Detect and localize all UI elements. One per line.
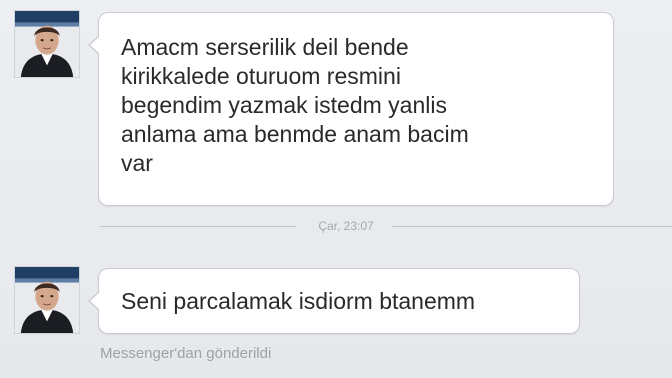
divider-line — [392, 226, 672, 227]
sender-avatar[interactable] — [14, 10, 80, 78]
message-text: Amacm serserilik deil bende kirikkalede … — [121, 34, 469, 176]
message-bubble[interactable]: Amacm serserilik deil bende kirikkalede … — [88, 12, 614, 206]
timestamp-divider: Çar, 23:07 — [100, 218, 672, 234]
message-timestamp: Çar, 23:07 — [318, 219, 374, 233]
sender-avatar[interactable] — [14, 266, 80, 334]
divider-line — [100, 226, 296, 227]
message-bubble[interactable]: Seni parcalamak isdiorm btanemm — [88, 268, 580, 334]
message-text: Seni parcalamak isdiorm btanemm — [121, 288, 476, 314]
profile-photo-icon — [15, 11, 79, 77]
profile-photo-icon — [15, 267, 79, 333]
chat-screen: Amacm serserilik deil bende kirikkalede … — [0, 0, 672, 378]
sent-via-label: Messenger'dan gönderildi — [100, 345, 272, 362]
